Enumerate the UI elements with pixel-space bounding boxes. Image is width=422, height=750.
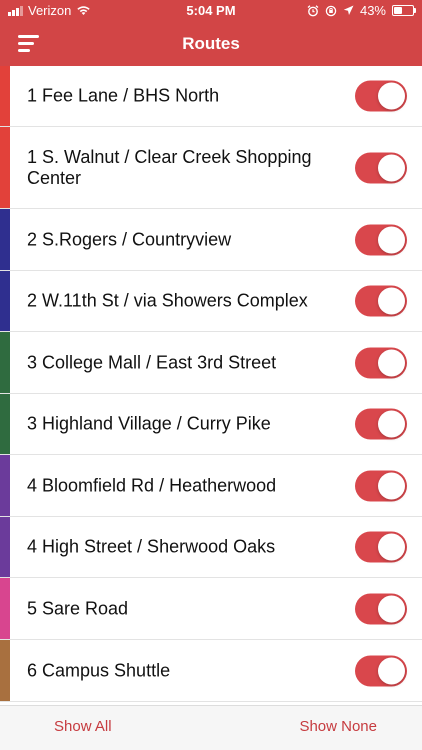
- page-title: Routes: [182, 34, 240, 53]
- toggle-knob: [378, 472, 405, 499]
- show-none-button[interactable]: Show None: [299, 718, 377, 735]
- route-row: 6 Campus Shuttle: [0, 640, 422, 702]
- orientation-lock-icon: [325, 5, 337, 16]
- route-label: 3 College Mall / East 3rd Street: [27, 352, 277, 372]
- route-color-stripe: [0, 271, 10, 331]
- bottom-bar: Show All Show None: [0, 705, 422, 750]
- route-row: 3 College Mall / East 3rd Street: [0, 332, 422, 394]
- route-toggle[interactable]: [355, 655, 407, 686]
- route-label: 3 Highland Village / Curry Pike: [27, 413, 271, 434]
- route-label: 4 High Street / Sherwood Oaks: [27, 536, 276, 557]
- route-toggle[interactable]: [355, 224, 407, 255]
- route-row: 5 Sare Road: [0, 578, 422, 640]
- route-color-stripe: [0, 455, 10, 516]
- route-row: 2 S.Rogers / Countryview: [0, 209, 422, 271]
- route-color-stripe: [0, 332, 10, 393]
- toggle-knob: [378, 154, 405, 181]
- route-toggle[interactable]: [355, 347, 407, 378]
- toggle-knob: [378, 226, 405, 253]
- route-label: 2 W.11th St / via Showers Complex: [27, 290, 308, 311]
- route-toggle[interactable]: [355, 408, 407, 440]
- nav-bar: Routes: [0, 22, 422, 66]
- route-color-stripe: [0, 127, 10, 208]
- route-color-stripe: [0, 66, 10, 126]
- alarm-icon: [307, 4, 319, 16]
- route-list: 1 Fee Lane / BHS North 1 S. Walnut / Clea…: [0, 66, 422, 706]
- route-color-stripe: [0, 209, 10, 270]
- battery-percent: 43%: [359, 3, 386, 18]
- route-color-stripe: [0, 578, 10, 639]
- route-toggle[interactable]: [355, 531, 407, 563]
- route-toggle[interactable]: [355, 470, 407, 501]
- route-row: 2 W.11th St / via Showers Complex: [0, 271, 422, 332]
- toggle-knob: [378, 533, 405, 561]
- route-label: 6 Campus Shuttle: [27, 660, 171, 680]
- battery-icon: [392, 5, 416, 16]
- toggle-knob: [378, 82, 405, 110]
- toggle-knob: [378, 410, 405, 438]
- route-toggle[interactable]: [355, 593, 407, 624]
- route-toggle[interactable]: [355, 285, 407, 317]
- toggle-knob: [378, 287, 405, 315]
- toggle-knob: [378, 595, 405, 622]
- route-row: 1 S. Walnut / Clear Creek Shopping Cente…: [0, 127, 422, 209]
- route-color-stripe: [0, 640, 10, 701]
- toggle-knob: [378, 657, 405, 684]
- route-row: 3 Highland Village / Curry Pike: [0, 394, 422, 455]
- route-color-stripe: [0, 517, 10, 577]
- status-bar: Verizon 5:04 PM 43%: [0, 0, 422, 22]
- route-row: 1 Fee Lane / BHS North: [0, 66, 422, 127]
- route-label: 1 S. Walnut / Clear Creek Shopping Cente…: [27, 146, 312, 188]
- location-arrow-icon: [343, 5, 354, 15]
- route-row: 4 Bloomfield Rd / Heatherwood: [0, 455, 422, 517]
- route-color-stripe: [0, 394, 10, 454]
- show-all-button[interactable]: Show All: [54, 718, 112, 735]
- route-label: 5 Sare Road: [27, 598, 129, 618]
- route-toggle[interactable]: [355, 152, 407, 183]
- top-bar: Verizon 5:04 PM 43% Routes: [0, 0, 422, 66]
- route-toggle[interactable]: [355, 80, 407, 112]
- route-row: 4 High Street / Sherwood Oaks: [0, 517, 422, 578]
- toggle-knob: [378, 349, 405, 376]
- route-label: 1 Fee Lane / BHS North: [27, 85, 220, 106]
- route-label: 4 Bloomfield Rd / Heatherwood: [27, 475, 277, 495]
- route-label: 2 S.Rogers / Countryview: [27, 229, 232, 249]
